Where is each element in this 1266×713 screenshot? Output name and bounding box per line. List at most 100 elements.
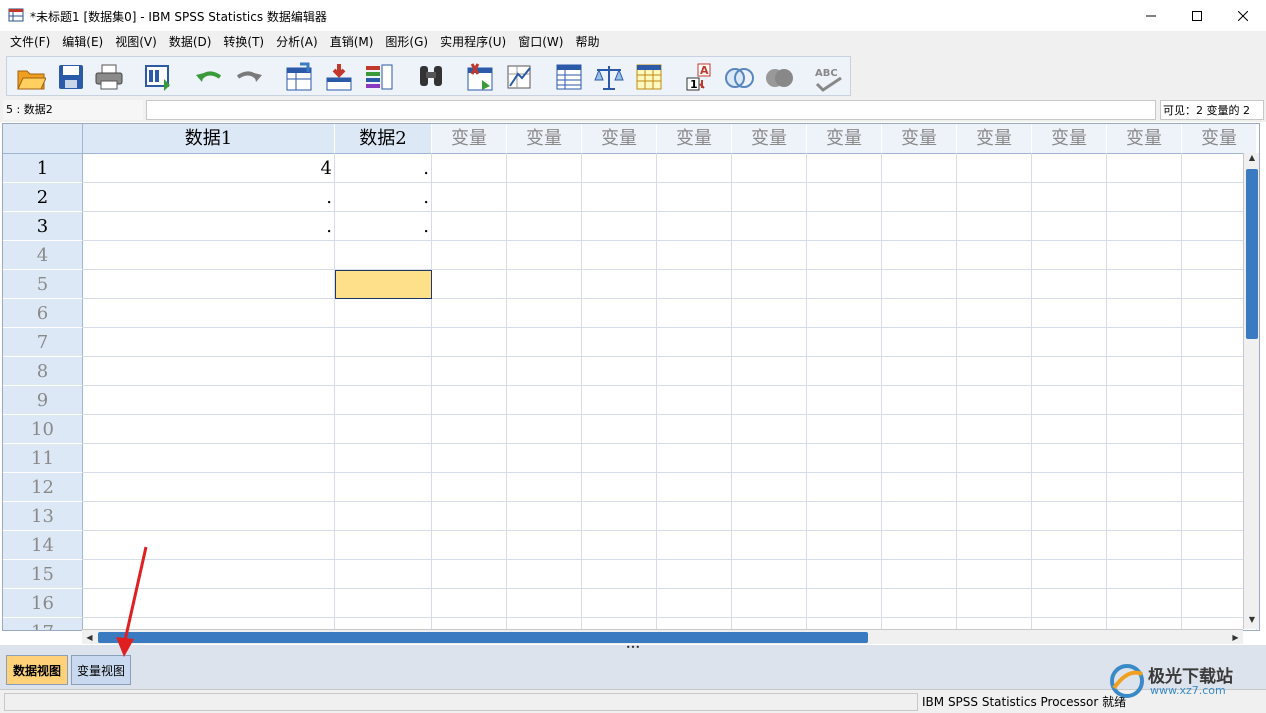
open-button[interactable]	[15, 61, 47, 93]
table-cell[interactable]	[957, 502, 1032, 531]
table-cell[interactable]	[657, 415, 732, 444]
table-cell[interactable]	[83, 270, 335, 299]
table-cell[interactable]	[432, 415, 507, 444]
table-cell[interactable]	[507, 444, 582, 473]
menu-window[interactable]: 窗口(W)	[512, 31, 569, 54]
table-cell[interactable]: .	[83, 212, 335, 241]
undo-button[interactable]	[193, 61, 225, 93]
table-cell[interactable]	[957, 531, 1032, 560]
table-cell[interactable]	[1032, 444, 1107, 473]
table-cell[interactable]	[582, 357, 657, 386]
goto-variable-button[interactable]	[323, 61, 355, 93]
table-cell[interactable]	[1032, 502, 1107, 531]
table-cell[interactable]	[335, 531, 432, 560]
table-cell[interactable]	[732, 560, 807, 589]
table-cell[interactable]	[807, 386, 882, 415]
redo-button[interactable]	[233, 61, 265, 93]
table-cell[interactable]	[807, 531, 882, 560]
table-cell[interactable]	[1032, 241, 1107, 270]
table-cell[interactable]	[957, 241, 1032, 270]
column-header[interactable]: 变量	[582, 124, 657, 154]
table-cell[interactable]	[807, 183, 882, 212]
table-cell[interactable]	[807, 241, 882, 270]
table-cell[interactable]	[507, 386, 582, 415]
table-cell[interactable]	[1107, 299, 1182, 328]
table-cell[interactable]	[582, 328, 657, 357]
table-cell[interactable]	[657, 183, 732, 212]
table-cell[interactable]	[432, 473, 507, 502]
menu-help[interactable]: 帮助	[569, 31, 605, 54]
table-cell[interactable]	[432, 212, 507, 241]
table-cell[interactable]	[657, 560, 732, 589]
table-cell[interactable]	[882, 444, 957, 473]
table-cell[interactable]	[957, 560, 1032, 589]
menu-data[interactable]: 数据(D)	[163, 31, 218, 54]
table-cell[interactable]	[582, 531, 657, 560]
table-cell[interactable]	[1107, 270, 1182, 299]
table-cell[interactable]	[807, 270, 882, 299]
table-cell[interactable]	[432, 299, 507, 328]
table-cell[interactable]	[882, 473, 957, 502]
table-cell[interactable]	[335, 415, 432, 444]
table-cell[interactable]	[957, 473, 1032, 502]
table-cell[interactable]	[1032, 473, 1107, 502]
row-header[interactable]: 6	[3, 299, 83, 328]
table-cell[interactable]	[507, 154, 582, 183]
table-cell[interactable]	[83, 473, 335, 502]
table-cell[interactable]	[335, 502, 432, 531]
column-header[interactable]: 变量	[882, 124, 957, 154]
table-cell[interactable]	[882, 328, 957, 357]
column-header[interactable]: 变量	[1107, 124, 1182, 154]
table-cell[interactable]	[1107, 560, 1182, 589]
insert-variable-button[interactable]	[503, 61, 535, 93]
scroll-up-arrow-icon[interactable]: ▲	[1244, 153, 1260, 167]
table-cell[interactable]	[807, 415, 882, 444]
table-cell[interactable]	[957, 328, 1032, 357]
table-cell[interactable]	[1032, 560, 1107, 589]
table-cell[interactable]	[882, 589, 957, 618]
menu-file[interactable]: 文件(F)	[4, 31, 56, 54]
use-sets-button[interactable]	[723, 61, 755, 93]
menu-transform[interactable]: 转换(T)	[217, 31, 270, 54]
table-cell[interactable]	[657, 212, 732, 241]
table-cell[interactable]	[732, 531, 807, 560]
table-cell[interactable]	[432, 154, 507, 183]
column-header[interactable]: 变量	[957, 124, 1032, 154]
table-cell[interactable]	[957, 299, 1032, 328]
table-cell[interactable]	[882, 154, 957, 183]
table-cell[interactable]	[83, 241, 335, 270]
split-file-button[interactable]	[553, 61, 585, 93]
horizontal-scroll-thumb[interactable]	[98, 632, 868, 643]
table-cell[interactable]	[582, 560, 657, 589]
table-cell[interactable]	[807, 357, 882, 386]
table-cell[interactable]	[957, 357, 1032, 386]
table-cell[interactable]	[957, 589, 1032, 618]
table-cell[interactable]	[807, 444, 882, 473]
table-cell[interactable]	[882, 386, 957, 415]
table-cell[interactable]	[1107, 473, 1182, 502]
table-cell[interactable]	[807, 154, 882, 183]
table-cell[interactable]	[807, 299, 882, 328]
scroll-right-arrow-icon[interactable]: ▶	[1228, 630, 1243, 645]
table-cell[interactable]	[582, 212, 657, 241]
table-cell[interactable]	[957, 212, 1032, 241]
table-cell[interactable]	[582, 589, 657, 618]
insert-cases-button[interactable]	[463, 61, 495, 93]
table-cell[interactable]	[1107, 415, 1182, 444]
table-cell[interactable]	[657, 299, 732, 328]
table-cell[interactable]	[335, 270, 432, 299]
goto-case-button[interactable]	[283, 61, 315, 93]
table-cell[interactable]	[732, 154, 807, 183]
table-cell[interactable]	[83, 415, 335, 444]
column-header[interactable]: 数据2	[335, 124, 432, 154]
table-cell[interactable]	[335, 328, 432, 357]
table-cell[interactable]	[1107, 444, 1182, 473]
table-cell[interactable]	[957, 415, 1032, 444]
table-cell[interactable]	[1107, 531, 1182, 560]
row-header[interactable]: 8	[3, 357, 83, 386]
row-header[interactable]: 10	[3, 415, 83, 444]
table-cell[interactable]	[807, 502, 882, 531]
table-cell[interactable]	[1032, 589, 1107, 618]
table-cell[interactable]	[1032, 299, 1107, 328]
table-cell[interactable]	[882, 183, 957, 212]
